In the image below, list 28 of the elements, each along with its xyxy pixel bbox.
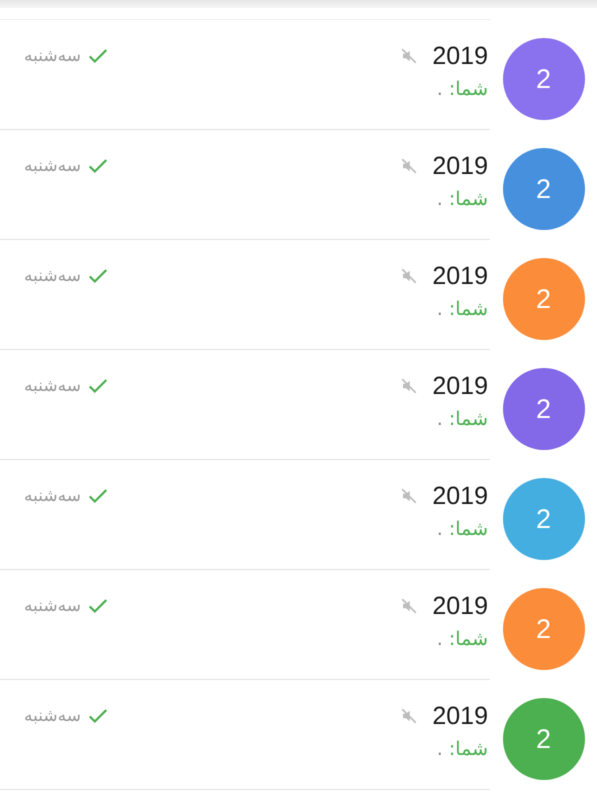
chat-title: 2019: [432, 482, 488, 510]
message-preview: شما: .: [436, 738, 488, 760]
message-preview: شما: .: [436, 408, 488, 430]
chat-date: سەشنبە: [24, 266, 81, 286]
chat-date: سەشنبە: [24, 376, 81, 396]
message-preview: شما: .: [436, 518, 488, 540]
message-preview: شما: .: [436, 298, 488, 320]
avatar: 2: [502, 38, 584, 120]
message-preview: شما: .: [436, 628, 488, 650]
chat-title: 2019: [432, 592, 488, 620]
chat-date: سەشنبە: [24, 596, 81, 616]
chat-title: 2019: [432, 42, 488, 70]
chat-title: 2019: [432, 372, 488, 400]
chat-date: سەشنبە: [24, 706, 81, 726]
avatar: 2: [502, 588, 584, 670]
avatar: 2: [502, 478, 584, 560]
chat-date: سەشنبە: [24, 486, 81, 506]
avatar: 2: [502, 148, 584, 230]
chat-title: 2019: [432, 152, 488, 180]
avatar: 2: [502, 368, 584, 450]
message-preview: شما: .: [436, 188, 488, 210]
chat-date: سەشنبە: [24, 156, 81, 176]
chat-date: سەشنبە: [24, 46, 81, 66]
chat-title: 2019: [432, 702, 488, 730]
chat-title: 2019: [432, 262, 488, 290]
avatar: 2: [502, 698, 584, 780]
message-preview: شما: .: [436, 78, 488, 100]
avatar: 2: [502, 258, 584, 340]
